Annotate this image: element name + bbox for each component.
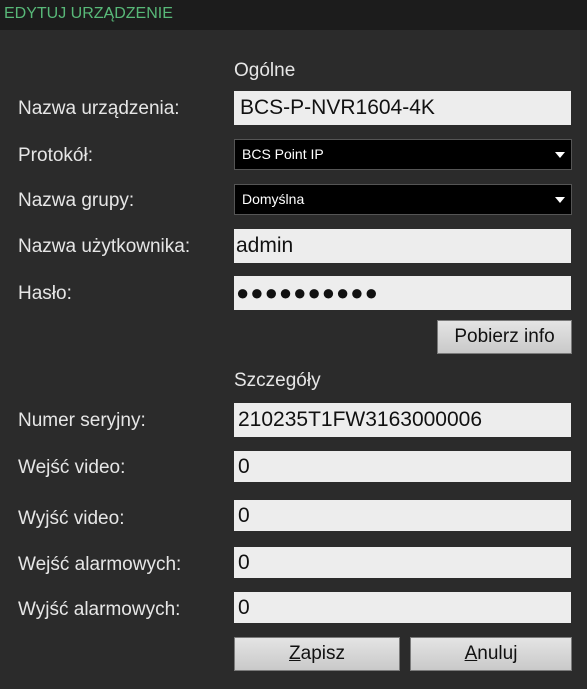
cancel-button[interactable]: Anuluj	[410, 637, 572, 671]
device-name-field[interactable]: BCS-P-NVR1604-4K	[234, 91, 571, 125]
section-heading-details: Szczegóły	[234, 370, 321, 391]
alarm-outputs-field[interactable]: 0	[234, 592, 571, 623]
video-inputs-label: Wejść video:	[18, 457, 126, 478]
dialog-titlebar: EDYTUJ URZĄDZENIE	[0, 0, 587, 30]
username-field[interactable]: admin	[234, 229, 571, 263]
edit-device-dialog: EDYTUJ URZĄDZENIE Ogólne Nazwa urządzeni…	[0, 0, 587, 689]
save-accesskey: Z	[289, 643, 301, 664]
protocol-label: Protokół:	[18, 145, 93, 166]
fetch-info-button[interactable]: Pobierz info	[437, 320, 572, 354]
group-select[interactable]: Domyślna	[234, 184, 572, 215]
cancel-label-rest: nuluj	[477, 643, 518, 664]
serial-field[interactable]: 210235T1FW3163000006	[234, 403, 571, 437]
password-label: Hasło:	[18, 283, 72, 304]
save-label-rest: apisz	[300, 643, 345, 664]
video-outputs-field[interactable]: 0	[234, 500, 571, 531]
group-label: Nazwa grupy:	[18, 190, 135, 211]
chevron-down-icon	[555, 197, 565, 203]
username-label: Nazwa użytkownika:	[18, 236, 191, 257]
save-button[interactable]: Zapisz	[234, 637, 400, 671]
alarm-inputs-label: Wejść alarmowych:	[18, 554, 182, 575]
protocol-select[interactable]: BCS Point IP	[234, 139, 572, 170]
chevron-down-icon	[555, 152, 565, 158]
alarm-outputs-label: Wyjść alarmowych:	[18, 599, 181, 620]
serial-label: Numer seryjny:	[18, 410, 146, 431]
alarm-inputs-field[interactable]: 0	[234, 547, 571, 578]
group-selected-value: Domyślna	[242, 191, 305, 207]
password-field[interactable]: ●●●●●●●●●●	[234, 276, 571, 310]
video-outputs-label: Wyjść video:	[18, 508, 125, 529]
device-name-label: Nazwa urządzenia:	[18, 98, 180, 119]
cancel-accesskey: A	[464, 643, 478, 664]
video-inputs-field[interactable]: 0	[234, 451, 571, 482]
dialog-title: EDYTUJ URZĄDZENIE	[4, 5, 173, 22]
section-heading-general: Ogólne	[234, 60, 296, 81]
protocol-selected-value: BCS Point IP	[242, 146, 324, 162]
